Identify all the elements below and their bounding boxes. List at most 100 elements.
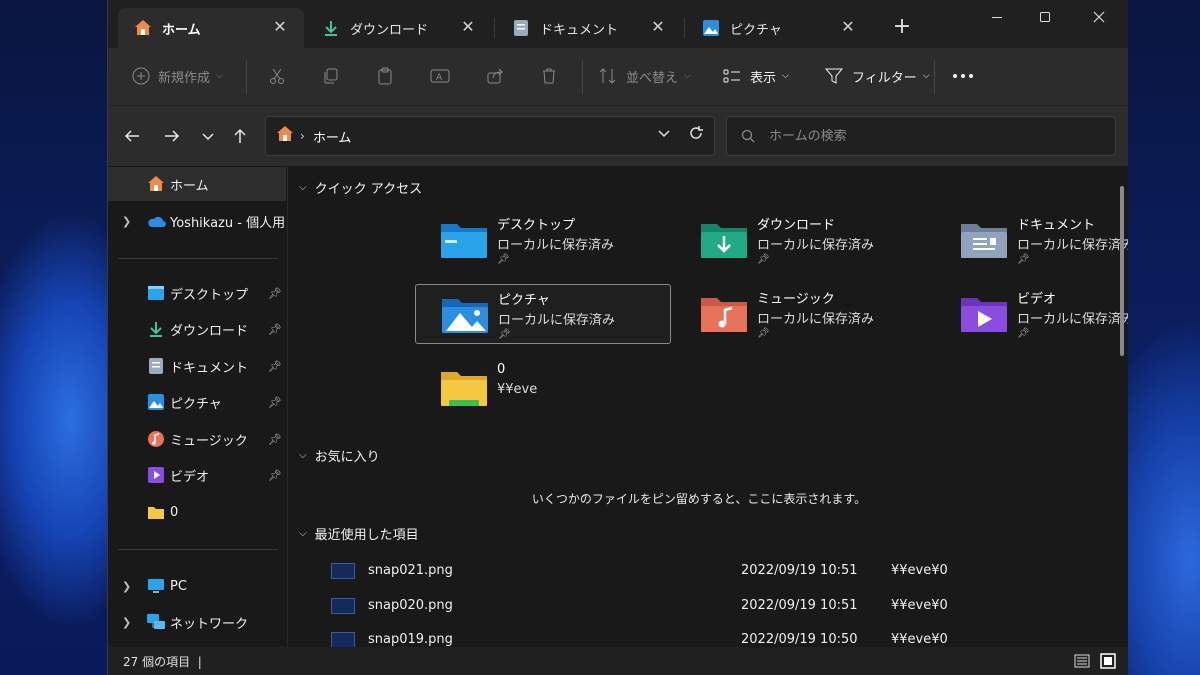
videos-folder-icon	[959, 292, 1009, 336]
pc-icon	[146, 576, 166, 596]
toolbar-divider	[934, 60, 935, 94]
maximize-button[interactable]	[1022, 4, 1068, 30]
tab-home[interactable]: ホーム ✕	[118, 8, 304, 48]
content-pane: ⌵ クイック アクセス デスクトップ ローカルに保存済み 📌︎ ダウンロード ロ…	[289, 166, 1128, 647]
sidebar-item-home[interactable]: ホーム	[108, 167, 286, 201]
tab-documents[interactable]: ドキュメント ✕	[496, 8, 682, 48]
more-options-button[interactable]	[952, 62, 974, 90]
more-icon	[953, 74, 973, 78]
sidebar-item-onedrive[interactable]: ❯ Yoshikazu - 個人用	[108, 204, 286, 238]
tile-status: ローカルに保存済み	[757, 238, 875, 253]
minimize-button[interactable]	[974, 4, 1020, 30]
sidebar-item-downloads[interactable]: ダウンロード 📌︎	[108, 312, 286, 346]
quick-access-downloads[interactable]: ダウンロード ローカルに保存済み 📌︎	[675, 210, 931, 270]
close-tab-icon[interactable]: ✕	[838, 17, 858, 36]
up-button[interactable]	[228, 124, 252, 148]
quick-access-music[interactable]: ミュージック ローカルに保存済み 📌︎	[675, 284, 931, 344]
search-input[interactable]	[769, 128, 1089, 144]
sidebar-item-documents[interactable]: ドキュメント 📌︎	[108, 349, 286, 383]
tab-bar: ホーム ✕ ダウンロード ✕ ドキュメント ✕ ピクチャ ✕ +	[108, 0, 1128, 48]
tab-label: ピクチャ	[730, 22, 782, 38]
downloads-folder-icon	[699, 218, 749, 262]
pictures-folder-icon	[440, 293, 490, 337]
view-button[interactable]: 表示 ⌵	[722, 62, 789, 90]
quick-access-videos[interactable]: ビデオ ローカルに保存済み 📌︎	[935, 284, 1128, 344]
sidebar-item-network[interactable]: ❯ ネットワーク	[108, 605, 286, 639]
tiles-view-button[interactable]	[1100, 653, 1116, 669]
quick-access-pictures[interactable]: ピクチャ ローカルに保存済み 📌︎	[415, 284, 671, 344]
tab-downloads[interactable]: ダウンロード ✕	[306, 8, 492, 48]
arrow-left-icon	[124, 130, 139, 142]
address-dropdown-button[interactable]	[658, 127, 670, 143]
chevron-right-icon[interactable]: ❯	[122, 580, 131, 593]
sidebar-item-label: Yoshikazu - 個人用	[170, 215, 286, 231]
chevron-right-icon[interactable]: ❯	[122, 215, 131, 228]
chevron-down-icon	[202, 133, 214, 141]
pin-icon[interactable]: 📌︎	[268, 469, 282, 482]
details-view-button[interactable]	[1074, 653, 1090, 669]
recent-file-row[interactable]: snap020.png 2022/09/19 10:51 ¥¥eve¥0	[289, 588, 1109, 622]
share-button[interactable]	[486, 62, 504, 90]
sidebar-item-videos[interactable]: ビデオ 📌︎	[108, 458, 286, 492]
pin-icon[interactable]: 📌︎	[268, 433, 282, 446]
favorites-header[interactable]: ⌵ お気に入り	[299, 446, 380, 465]
new-tab-button[interactable]: +	[890, 14, 914, 40]
sidebar-item-music[interactable]: ミュージック 📌︎	[108, 422, 286, 456]
delete-button[interactable]	[540, 62, 558, 90]
sidebar-item-pc[interactable]: ❯ PC	[108, 569, 286, 603]
filter-button[interactable]: フィルター ⌵	[824, 62, 930, 90]
recent-locations-button[interactable]	[196, 124, 220, 148]
recent-header[interactable]: ⌵ 最近使用した項目	[299, 524, 419, 543]
quick-access-desktop[interactable]: デスクトップ ローカルに保存済み 📌︎	[415, 210, 671, 270]
toolbar-divider	[246, 60, 247, 94]
back-button[interactable]	[120, 124, 144, 148]
close-tab-icon[interactable]: ✕	[270, 17, 290, 36]
sidebar-item-desktop[interactable]: デスクトップ 📌︎	[108, 276, 286, 310]
new-button[interactable]: 新規作成 ⌵	[132, 62, 223, 90]
sidebar-item-label: PC	[170, 578, 187, 594]
chevron-down-icon: ⌵	[216, 71, 223, 81]
favorites-empty-message: いくつかのファイルをピン留めすると、ここに表示されます。	[531, 492, 867, 506]
quick-access-folder-0[interactable]: 0 ¥¥eve	[415, 358, 671, 418]
close-tab-icon[interactable]: ✕	[648, 17, 668, 36]
sort-icon	[599, 68, 616, 84]
new-button-label: 新規作成	[158, 70, 211, 86]
quick-access-documents[interactable]: ドキュメント ローカルに保存済み 📌︎	[935, 210, 1128, 270]
chevron-down-icon: ⌵	[299, 528, 307, 539]
recent-file-row[interactable]: snap019.png 2022/09/19 10:50 ¥¥eve¥0	[289, 622, 1109, 647]
rename-button[interactable]: A	[430, 62, 450, 90]
close-window-button[interactable]	[1076, 4, 1122, 30]
pin-icon[interactable]: 📌︎	[268, 396, 282, 409]
tab-divider	[494, 18, 495, 38]
sort-button[interactable]: 並べ替え ⌵	[598, 62, 691, 90]
file-name: snap020.png	[368, 598, 453, 613]
copy-button[interactable]	[322, 62, 340, 90]
pictures-icon	[700, 17, 722, 39]
pin-icon[interactable]: 📌︎	[268, 287, 282, 300]
pin-icon[interactable]: 📌︎	[268, 360, 282, 373]
vertical-scrollbar[interactable]	[1120, 186, 1124, 356]
sidebar-item-pictures[interactable]: ピクチャ 📌︎	[108, 385, 286, 419]
breadcrumb-home[interactable]: ホーム	[313, 127, 352, 146]
chevron-down-icon: ⌵	[782, 71, 789, 81]
view-button-label: 表示	[750, 70, 777, 86]
sidebar-item-label: ミュージック	[170, 433, 248, 449]
pin-icon[interactable]: 📌︎	[268, 323, 282, 336]
refresh-button[interactable]	[688, 125, 704, 145]
recent-file-row[interactable]: snap021.png 2022/09/19 10:51 ¥¥eve¥0	[289, 553, 1109, 587]
cut-button[interactable]	[268, 62, 286, 90]
sidebar-item-folder-0[interactable]: 0	[108, 495, 286, 529]
forward-button[interactable]	[160, 124, 184, 148]
sidebar-item-label: ドキュメント	[170, 360, 249, 376]
sidebar-item-label: ピクチャ	[170, 396, 222, 412]
close-tab-icon[interactable]: ✕	[458, 17, 478, 36]
paste-button[interactable]	[376, 62, 394, 90]
sidebar-item-label: ホーム	[170, 178, 209, 194]
chevron-down-icon	[658, 130, 670, 138]
chevron-right-icon[interactable]: ❯	[122, 616, 131, 629]
svg-text:A: A	[436, 73, 443, 83]
address-bar[interactable]: › ホーム	[265, 116, 715, 156]
minimize-icon	[992, 17, 1002, 18]
quick-access-header[interactable]: ⌵ クイック アクセス	[299, 178, 422, 197]
tab-pictures[interactable]: ピクチャ ✕	[686, 8, 872, 48]
